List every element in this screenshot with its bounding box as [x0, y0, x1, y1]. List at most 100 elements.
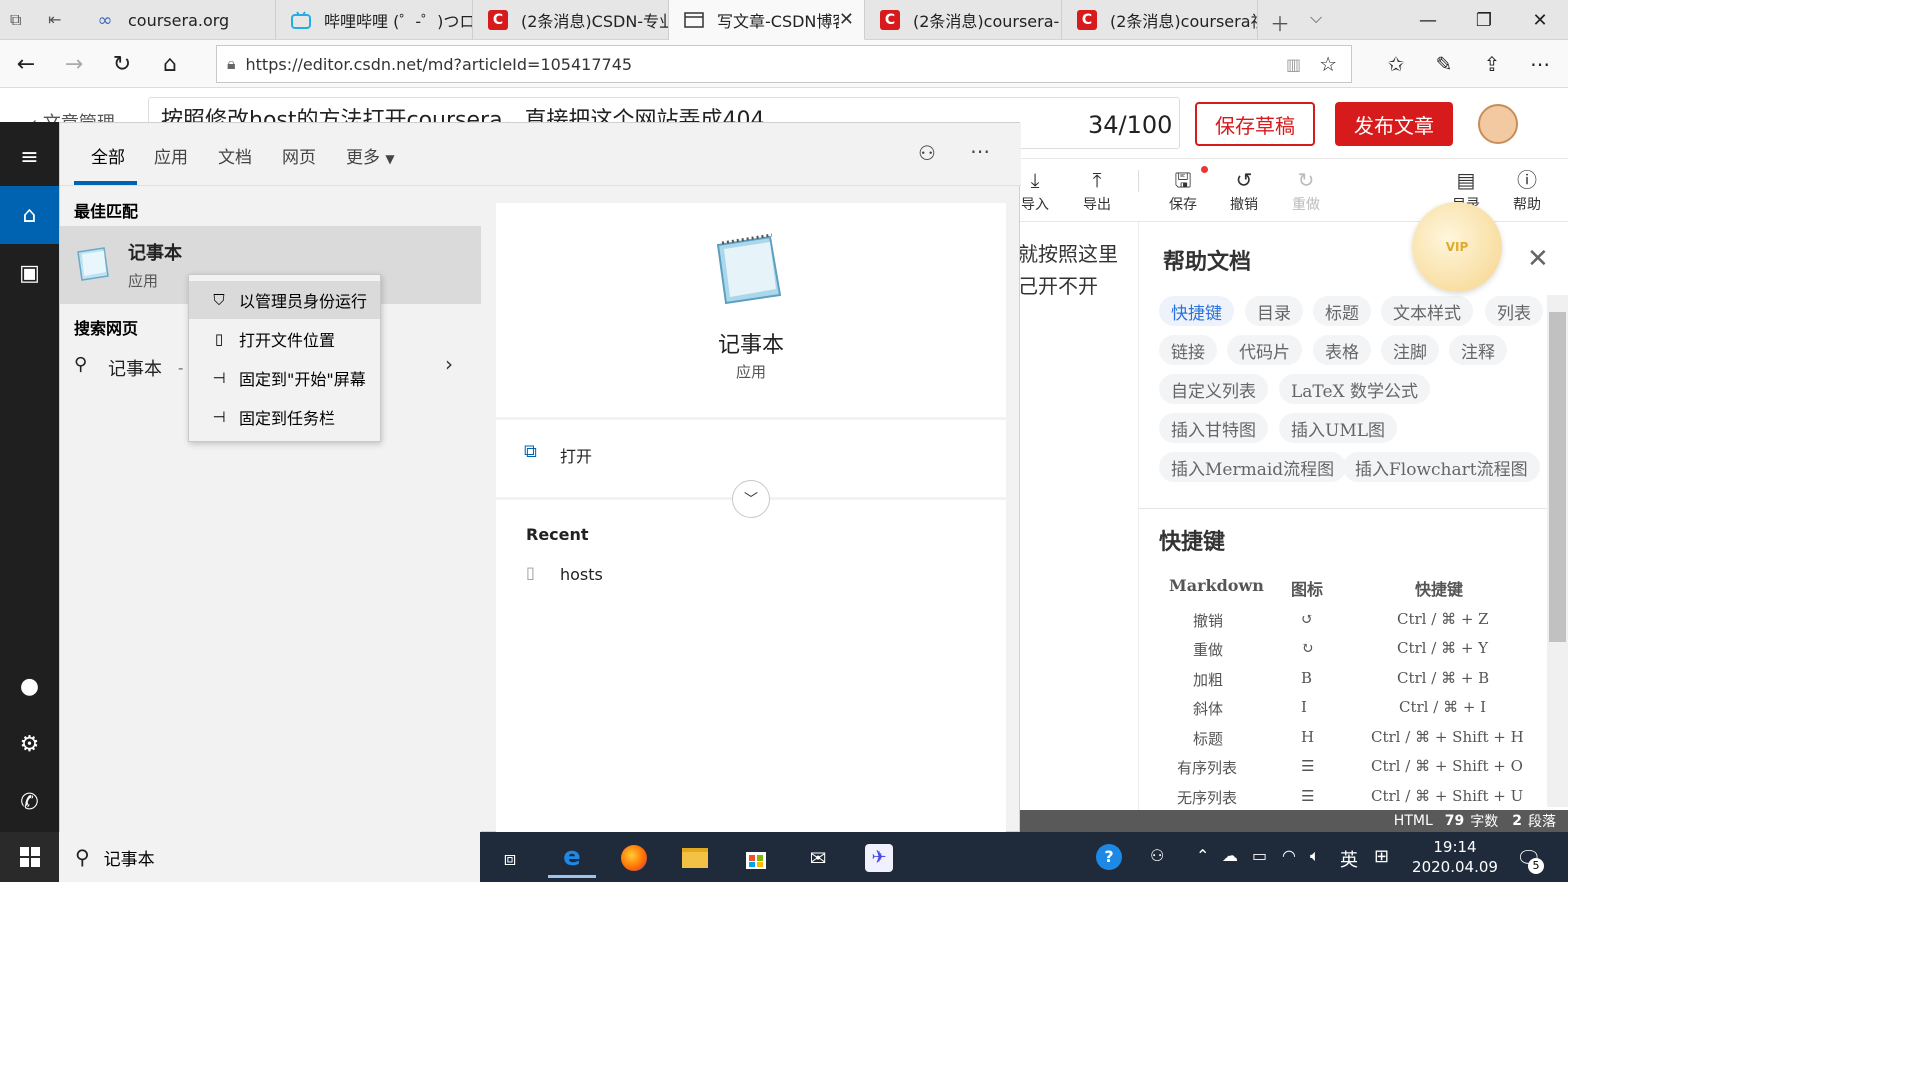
open-file-location-item[interactable]: ▯ 打开文件位置 — [189, 320, 380, 358]
avatar[interactable] — [1478, 104, 1518, 144]
filter-tab-documents[interactable]: 文档 — [218, 143, 252, 168]
web-search-query: 记事本 — [108, 359, 162, 380]
minimize-icon[interactable]: — — [1400, 0, 1456, 40]
open-action[interactable]: ⧉ 打开 — [524, 441, 724, 471]
hamburger-menu-icon[interactable]: ≡ — [0, 128, 59, 186]
help-chip[interactable]: 表格 — [1313, 335, 1371, 365]
help-chip[interactable]: 代码片 — [1227, 335, 1302, 365]
settings-gear-icon[interactable]: ⚙︎ — [0, 715, 59, 773]
help-chip[interactable]: 快捷键 — [1159, 296, 1234, 326]
back-icon[interactable]: ← — [6, 44, 46, 84]
tab-csdn[interactable]: C (2条消息)CSDN-专业 — [473, 0, 669, 40]
close-icon[interactable]: ✕ — [1527, 244, 1549, 274]
reading-view-icon[interactable]: ▥ — [1286, 55, 1301, 74]
refresh-icon[interactable]: ↻ — [102, 44, 142, 84]
tab-csdn-coursera[interactable]: C (2条消息)coursera- C — [865, 0, 1062, 40]
filter-tab-apps[interactable]: 应用 — [154, 143, 188, 168]
publish-button[interactable]: 发布文章 — [1335, 102, 1453, 146]
help-button[interactable]: ⓘ 帮助 — [1502, 166, 1552, 214]
pin-to-taskbar-item[interactable]: ⊣ 固定到任务栏 — [189, 398, 380, 436]
tab-coursera[interactable]: ∞ coursera.org — [80, 0, 276, 40]
help-chip[interactable]: 插入甘特图 — [1159, 413, 1268, 443]
new-tab-icon[interactable]: ＋ — [1270, 8, 1290, 37]
favorites-icon[interactable]: ✩ — [1376, 44, 1416, 84]
edge-icon[interactable]: e — [548, 838, 596, 878]
show-hidden-icons-icon[interactable]: ⌃ — [1196, 846, 1209, 865]
file-explorer-icon[interactable] — [671, 838, 719, 878]
help-chip[interactable]: 文本样式 — [1381, 296, 1473, 326]
set-aside-tabs-icon[interactable]: ⇤ — [48, 10, 61, 29]
help-chip[interactable]: 列表 — [1485, 296, 1543, 326]
unsaved-dot — [1201, 166, 1208, 173]
mail-icon[interactable]: ✉︎ — [794, 838, 842, 878]
firefox-icon[interactable] — [610, 838, 658, 878]
save-button[interactable]: 🖫︎ 保存 — [1158, 166, 1208, 214]
export-button[interactable]: ⤒ 导出 — [1072, 166, 1122, 214]
wifi-icon[interactable]: ◠ — [1282, 846, 1296, 865]
run-as-admin-item[interactable]: ⛉ 以管理员身份运行 — [189, 281, 380, 319]
feishu-icon[interactable]: ✈︎ — [855, 838, 903, 878]
restore-icon[interactable]: ❐ — [1456, 0, 1512, 40]
help-chip[interactable]: 标题 — [1313, 296, 1371, 326]
feedback-icon[interactable]: ✆ — [0, 773, 59, 831]
redo-button[interactable]: ↻ 重做 — [1281, 166, 1331, 214]
editor-content[interactable]: 就按照这里 己开不开 — [1018, 238, 1118, 302]
filter-tab-web[interactable]: 网页 — [282, 143, 316, 168]
editor-line: 就按照这里 — [1018, 242, 1118, 266]
filter-tab-more[interactable]: 更多 ▼ — [346, 143, 395, 168]
favorite-star-icon[interactable]: ☆ — [1319, 52, 1337, 76]
save-draft-button[interactable]: 保存草稿 — [1195, 102, 1315, 146]
vip-badge[interactable]: VIP — [1412, 202, 1502, 292]
help-chip[interactable]: 注释 — [1449, 335, 1507, 365]
notification-count-badge: 5 — [1528, 858, 1544, 874]
forward-icon[interactable]: → — [54, 44, 94, 84]
ime-indicator[interactable]: 英 — [1340, 846, 1358, 872]
account-icon[interactable]: ● — [0, 657, 59, 715]
share-icon[interactable]: ⇪ — [1472, 44, 1512, 84]
help-chip[interactable]: 目录 — [1245, 296, 1303, 326]
undo-button[interactable]: ↺ 撤销 — [1219, 166, 1269, 214]
tab-bilibili[interactable]: 哔哩哔哩 (゜-゜)つロ — [276, 0, 473, 40]
pen-notes-icon[interactable]: ✎ — [1424, 44, 1464, 84]
tab-actions-icon[interactable]: ⧉ — [10, 10, 21, 30]
help-chip[interactable]: 插入Flowchart流程图 — [1343, 452, 1540, 482]
feedback-person-icon[interactable]: ⚇ — [918, 141, 936, 165]
help-chip[interactable]: 插入UML图 — [1279, 413, 1398, 443]
chevron-right-icon[interactable]: › — [445, 352, 453, 376]
expand-chevron-icon[interactable]: ﹀ — [732, 480, 770, 518]
people-icon[interactable]: ⚇ — [1150, 846, 1164, 865]
help-scrollbar-thumb[interactable] — [1549, 312, 1566, 642]
help-chip[interactable]: 注脚 — [1381, 335, 1439, 365]
close-tab-icon[interactable]: ✕ — [839, 9, 854, 30]
tab-csdn-coursera-video[interactable]: C (2条消息)coursera视 — [1062, 0, 1258, 40]
volume-icon[interactable]: 🔈︎ — [1310, 846, 1320, 866]
recent-item[interactable]: ▯ hosts — [526, 563, 826, 589]
documents-icon[interactable]: ▣ — [0, 244, 59, 302]
ime-mode-icon[interactable]: ⊞ — [1374, 846, 1389, 867]
home-icon[interactable]: ⌂ — [150, 44, 190, 84]
battery-icon[interactable]: ▭ — [1252, 846, 1267, 865]
home-icon[interactable]: ⌂ — [0, 186, 59, 244]
system-clock[interactable]: 19:14 2020.04.09 — [1410, 837, 1500, 877]
start-button[interactable] — [0, 832, 59, 882]
browser-nav-bar: ← → ↻ ⌂ 🔒︎ https://editor.csdn.net/md?ar… — [0, 40, 1568, 88]
pin-to-start-item[interactable]: ⊣ 固定到"开始"屏幕 — [189, 359, 380, 397]
search-icon: ⚲ — [74, 354, 88, 375]
help-chip[interactable]: 插入Mermaid流程图 — [1159, 452, 1347, 482]
help-chip[interactable]: 链接 — [1159, 335, 1217, 365]
help-chip[interactable]: 自定义列表 — [1159, 374, 1268, 404]
taskbar-search-box[interactable]: ⚲ 记事本 — [59, 832, 480, 882]
address-bar[interactable]: 🔒︎ https://editor.csdn.net/md?articleId=… — [216, 45, 1352, 83]
help-tray-icon[interactable]: ? — [1096, 844, 1122, 870]
more-options-icon[interactable]: ⋯ — [970, 139, 990, 163]
onedrive-icon[interactable]: ☁︎ — [1222, 846, 1238, 865]
store-icon[interactable] — [732, 838, 780, 878]
close-window-icon[interactable]: ✕ — [1512, 0, 1568, 40]
tab-write-article[interactable]: 写文章-CSDN博客 ✕ — [669, 0, 865, 40]
task-view-icon[interactable]: ⧈ — [486, 838, 534, 878]
help-chip[interactable]: LaTeX 数学公式 — [1279, 374, 1431, 404]
filter-tab-all[interactable]: 全部 — [91, 143, 125, 168]
recent-label: Recent — [526, 525, 589, 544]
tab-preview-chevron-icon[interactable]: ⌵ — [1310, 8, 1322, 28]
more-icon[interactable]: ⋯ — [1520, 44, 1560, 84]
